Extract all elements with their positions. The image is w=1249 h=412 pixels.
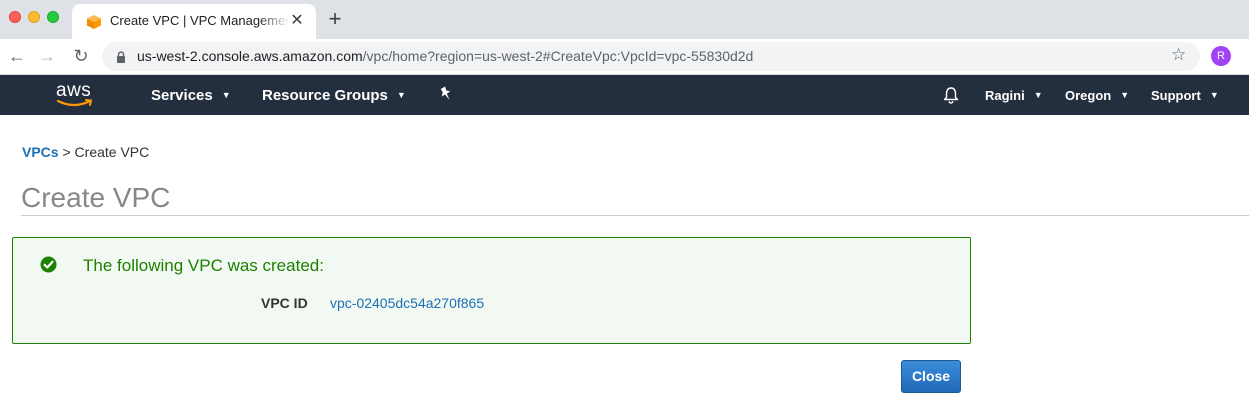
resource-groups-label: Resource Groups xyxy=(262,87,388,104)
chevron-down-icon: ▼ xyxy=(221,90,231,100)
account-label: Ragini xyxy=(985,88,1025,103)
browser-tab[interactable]: Create VPC | VPC Management Console ✕ xyxy=(72,4,316,39)
forward-arrow-icon[interactable]: → xyxy=(36,45,58,67)
services-label: Services xyxy=(151,87,213,104)
title-divider xyxy=(21,215,1249,216)
lock-icon xyxy=(117,51,125,63)
aws-logo[interactable]: aws xyxy=(54,80,98,110)
chevron-down-icon: ▼ xyxy=(396,90,406,100)
success-alert: The following VPC was created: VPC ID vp… xyxy=(12,237,971,344)
url-path: /vpc/home?region=us-west-2#CreateVpc:Vpc… xyxy=(362,48,754,64)
aws-smile-icon xyxy=(56,99,93,107)
account-menu[interactable]: Ragini ▼ xyxy=(985,88,1043,103)
breadcrumb-current: Create VPC xyxy=(74,144,150,160)
bookmark-star-icon[interactable]: ☆ xyxy=(1171,45,1186,65)
support-label: Support xyxy=(1151,88,1201,103)
vpc-id-label: VPC ID xyxy=(261,295,308,311)
browser-toolbar: ← → ↻ us-west-2.console.aws.amazon.com/v… xyxy=(0,39,1249,75)
resource-groups-menu[interactable]: Resource Groups ▼ xyxy=(262,87,406,104)
chevron-down-icon: ▼ xyxy=(1120,90,1130,100)
breadcrumb: VPCs > Create VPC xyxy=(22,144,149,160)
url-host: us-west-2.console.aws.amazon.com xyxy=(137,48,363,64)
pin-icon[interactable] xyxy=(438,86,454,102)
profile-avatar[interactable]: R xyxy=(1211,46,1231,66)
check-circle-icon xyxy=(40,256,57,273)
url-text: us-west-2.console.aws.amazon.com/vpc/hom… xyxy=(137,48,753,64)
browser-tab-strip: Create VPC | VPC Management Console ✕ + xyxy=(0,0,1249,39)
chevron-down-icon: ▼ xyxy=(1209,90,1219,100)
maximize-window-button[interactable] xyxy=(47,11,59,23)
support-menu[interactable]: Support ▼ xyxy=(1151,88,1219,103)
close-window-button[interactable] xyxy=(9,11,21,23)
back-arrow-icon[interactable]: ← xyxy=(6,45,28,67)
new-tab-button[interactable]: + xyxy=(322,6,348,32)
alert-message: The following VPC was created: xyxy=(83,256,324,275)
bell-icon[interactable] xyxy=(942,86,960,104)
region-label: Oregon xyxy=(1065,88,1112,103)
aws-cube-icon xyxy=(87,15,101,29)
services-menu[interactable]: Services ▼ xyxy=(151,87,231,104)
chevron-down-icon: ▼ xyxy=(1033,90,1043,100)
reload-icon[interactable]: ↻ xyxy=(70,45,92,67)
breadcrumb-link-vpcs[interactable]: VPCs xyxy=(22,144,59,160)
address-bar[interactable]: us-west-2.console.aws.amazon.com/vpc/hom… xyxy=(102,42,1200,71)
close-button[interactable]: Close xyxy=(901,360,961,393)
page-title: Create VPC xyxy=(21,182,171,213)
tab-close-icon[interactable]: ✕ xyxy=(286,10,308,32)
aws-console-nav: aws Services ▼ Resource Groups ▼ Ragini ▼ O… xyxy=(0,75,1249,115)
region-menu[interactable]: Oregon ▼ xyxy=(1065,88,1129,103)
minimize-window-button[interactable] xyxy=(28,11,40,23)
breadcrumb-separator: > xyxy=(62,144,71,160)
vpc-id-link[interactable]: vpc-02405dc54a270f865 xyxy=(330,295,484,311)
